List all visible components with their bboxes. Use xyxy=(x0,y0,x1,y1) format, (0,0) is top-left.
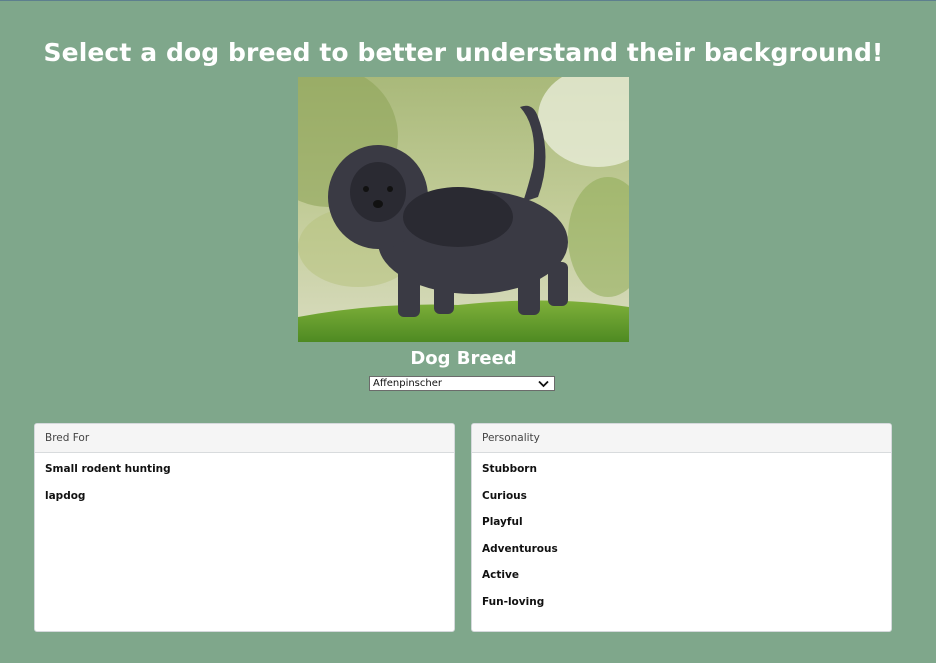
page-title: Select a dog breed to better understand … xyxy=(43,38,884,67)
dog-breed-photo xyxy=(298,77,629,342)
list-item: Curious xyxy=(482,489,527,502)
list-item: Adventurous xyxy=(482,542,558,555)
breed-select-dropdown[interactable]: Affenpinscher xyxy=(369,376,555,391)
list-item: Fun-loving xyxy=(482,595,545,608)
personality-header: Personality xyxy=(472,424,891,453)
chevron-down-icon xyxy=(538,379,549,392)
breed-selector-label: Dog Breed xyxy=(410,348,517,369)
list-item: Small rodent hunting xyxy=(45,463,171,475)
bred-for-card: Bred For Small rodent hunting lapdog xyxy=(34,423,455,632)
breed-select-value: Affenpinscher xyxy=(373,378,442,389)
bred-for-header: Bred For xyxy=(35,424,454,453)
list-item: Active xyxy=(482,569,519,581)
list-item: Stubborn xyxy=(482,463,537,475)
list-item: lapdog xyxy=(45,489,86,502)
personality-card: Personality Stubborn Curious Playful Adv… xyxy=(471,423,892,632)
list-item: Playful xyxy=(482,516,523,528)
window-top-border xyxy=(0,0,936,1)
